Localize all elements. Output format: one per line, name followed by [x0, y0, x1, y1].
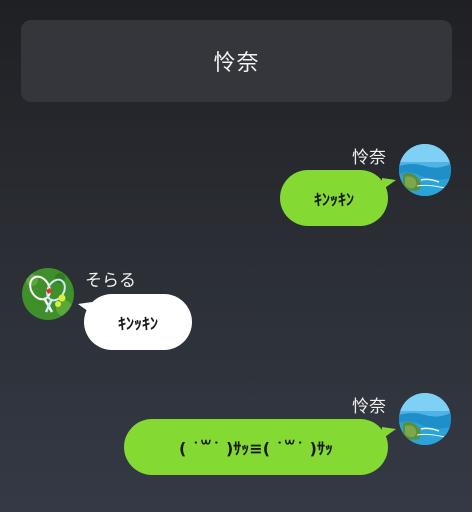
sender-name: 怜奈	[352, 148, 386, 168]
bubble-tail	[78, 302, 92, 314]
bubble-tail	[382, 178, 396, 190]
message-text: ( ˙꒳˙ )ｻｯ≡( ˙꒳˙ )ｻｯ	[179, 439, 333, 458]
chat-title: 怜奈	[213, 51, 260, 76]
message-bubble[interactable]: ｷﾝｯｷﾝ	[280, 170, 388, 226]
bubble-tail	[382, 427, 396, 439]
message-text: ｷﾝｯｷﾝ	[313, 190, 354, 209]
chat-header: 怜奈	[21, 20, 452, 102]
ocean-coast-avatar[interactable]	[399, 144, 451, 196]
ocean-coast-avatar[interactable]	[399, 393, 451, 445]
sender-name: 怜奈	[352, 397, 386, 417]
message-text: ｷﾝｯｷﾝ	[117, 314, 158, 333]
message-bubble[interactable]: ( ˙꒳˙ )ｻｯ≡( ˙꒳˙ )ｻｯ	[124, 419, 388, 475]
tennis-rackets-avatar[interactable]	[22, 268, 74, 320]
sender-name: そらる	[85, 271, 136, 291]
message-bubble[interactable]: ｷﾝｯｷﾝ	[84, 294, 192, 350]
